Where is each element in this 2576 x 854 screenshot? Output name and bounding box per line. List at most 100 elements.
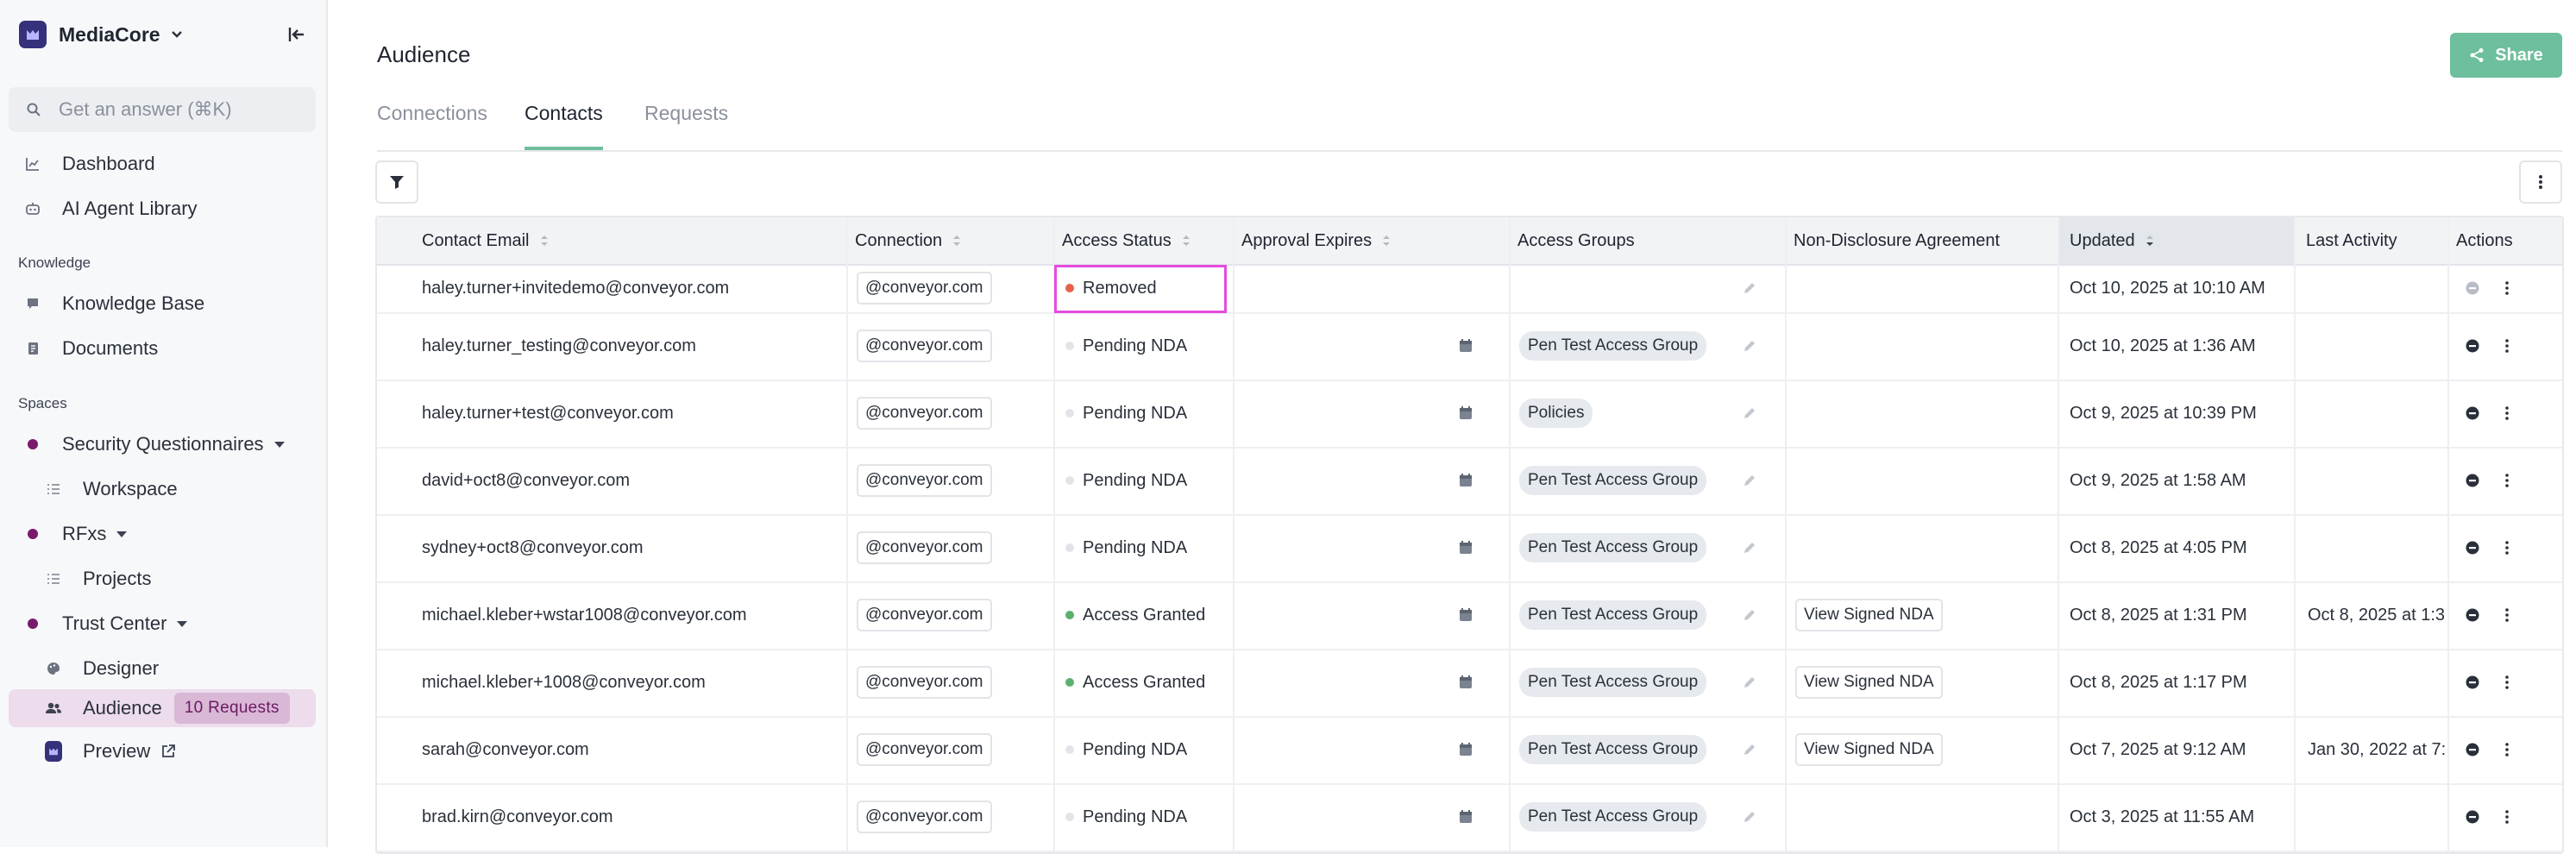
row-menu-icon[interactable] bbox=[2504, 447, 2510, 514]
row-menu-icon[interactable] bbox=[2504, 264, 2510, 312]
column-header-access-status[interactable]: Access Status bbox=[1062, 217, 1191, 264]
caret-down-icon[interactable] bbox=[273, 441, 285, 448]
row-menu-icon[interactable] bbox=[2504, 716, 2510, 783]
row-menu-icon[interactable] bbox=[2504, 581, 2510, 649]
caret-down-icon[interactable] bbox=[177, 620, 188, 627]
connection-chip[interactable]: @conveyor.com bbox=[857, 272, 992, 305]
view-signed-nda-button[interactable]: View Signed NDA bbox=[1795, 666, 1943, 699]
row-menu-icon[interactable] bbox=[2504, 649, 2510, 716]
edit-pencil-icon[interactable] bbox=[1742, 447, 1757, 514]
tab-contacts[interactable]: Contacts bbox=[525, 102, 603, 150]
access-group-chip[interactable]: Pen Test Access Group bbox=[1519, 331, 1707, 361]
remove-access-icon[interactable] bbox=[2465, 380, 2480, 447]
column-header-nda[interactable]: Non-Disclosure Agreement bbox=[1794, 217, 2000, 264]
sidebar-item-label: Documents bbox=[62, 337, 159, 359]
sidebar-item-audience[interactable]: Audience 10 Requests bbox=[9, 689, 316, 727]
calendar-icon[interactable] bbox=[1458, 514, 1473, 581]
sidebar-item-rfxs[interactable]: RFxs bbox=[9, 513, 316, 555]
column-header-updated[interactable]: Updated bbox=[2058, 217, 2294, 264]
caret-down-icon[interactable] bbox=[116, 531, 128, 537]
access-group-chip[interactable]: Pen Test Access Group bbox=[1519, 668, 1707, 697]
column-header-connection[interactable]: Connection bbox=[855, 217, 961, 264]
more-options-button[interactable] bbox=[2519, 160, 2562, 204]
edit-pencil-icon[interactable] bbox=[1742, 380, 1757, 447]
sidebar-item-ai-agent-library[interactable]: AI Agent Library bbox=[9, 188, 316, 229]
connection-chip[interactable]: @conveyor.com bbox=[857, 801, 992, 833]
remove-access-icon[interactable] bbox=[2465, 514, 2480, 581]
status-dot-icon bbox=[1065, 284, 1074, 292]
row-menu-icon[interactable] bbox=[2504, 783, 2510, 851]
table-row[interactable]: haley.turner+test@conveyor.com @conveyor.… bbox=[377, 380, 2562, 449]
sidebar-item-security-questionnaires[interactable]: Security Questionnaires bbox=[9, 424, 316, 465]
table-row[interactable]: brad.kirn@conveyor.com @conveyor.com Pendi… bbox=[377, 783, 2562, 852]
connection-chip[interactable]: @conveyor.com bbox=[857, 599, 992, 631]
access-group-chip[interactable]: Pen Test Access Group bbox=[1519, 533, 1707, 562]
table-row[interactable]: michael.kleber+1008@conveyor.com @conveyo… bbox=[377, 649, 2562, 718]
share-button[interactable]: Share bbox=[2450, 33, 2562, 78]
table-row[interactable]: sydney+oct8@conveyor.com @conveyor.com Pen… bbox=[377, 514, 2562, 583]
sidebar-item-documents[interactable]: Documents bbox=[9, 328, 316, 369]
calendar-icon[interactable] bbox=[1458, 447, 1473, 514]
sidebar-item-trust-center[interactable]: Trust Center bbox=[9, 603, 316, 644]
tab-requests[interactable]: Requests bbox=[644, 102, 728, 150]
calendar-icon[interactable] bbox=[1458, 649, 1473, 716]
row-menu-icon[interactable] bbox=[2504, 514, 2510, 581]
edit-pencil-icon[interactable] bbox=[1742, 312, 1757, 380]
remove-access-icon[interactable] bbox=[2465, 716, 2480, 783]
column-header-contact-email[interactable]: Contact Email bbox=[422, 217, 549, 264]
sidebar-item-dashboard[interactable]: Dashboard bbox=[9, 143, 316, 185]
access-group-chip[interactable]: Policies bbox=[1519, 399, 1593, 428]
table-row[interactable]: david+oct8@conveyor.com @conveyor.com Pend… bbox=[377, 447, 2562, 516]
requests-badge[interactable]: 10 Requests bbox=[173, 693, 290, 724]
calendar-icon[interactable] bbox=[1458, 716, 1473, 783]
sidebar-item-preview[interactable]: Preview bbox=[9, 731, 316, 772]
row-menu-icon[interactable] bbox=[2504, 380, 2510, 447]
table-row[interactable]: haley.turner+invitedemo@conveyor.com @con… bbox=[377, 264, 2562, 314]
connection-chip[interactable]: @conveyor.com bbox=[857, 464, 992, 497]
connection-chip[interactable]: @conveyor.com bbox=[857, 666, 992, 699]
access-group-chip[interactable]: Pen Test Access Group bbox=[1519, 735, 1707, 764]
tab-connections[interactable]: Connections bbox=[377, 102, 487, 150]
filter-button[interactable] bbox=[375, 160, 418, 204]
edit-pencil-icon[interactable] bbox=[1742, 649, 1757, 716]
collapse-sidebar-icon[interactable] bbox=[283, 21, 311, 48]
column-header-approval-expires[interactable]: Approval Expires bbox=[1241, 217, 1391, 264]
sidebar-item-workspace[interactable]: Workspace bbox=[9, 468, 316, 510]
row-menu-icon[interactable] bbox=[2504, 312, 2510, 380]
sidebar-item-designer[interactable]: Designer bbox=[9, 648, 316, 689]
search-bar[interactable] bbox=[9, 87, 316, 132]
access-group-chip[interactable]: Pen Test Access Group bbox=[1519, 600, 1707, 630]
edit-pencil-icon[interactable] bbox=[1742, 264, 1757, 312]
column-header-access-groups[interactable]: Access Groups bbox=[1517, 217, 1635, 264]
column-header-last-activity[interactable]: Last Activity bbox=[2306, 217, 2397, 264]
edit-pencil-icon[interactable] bbox=[1742, 783, 1757, 851]
calendar-icon[interactable] bbox=[1458, 312, 1473, 380]
remove-access-icon[interactable] bbox=[2465, 581, 2480, 649]
connection-chip[interactable]: @conveyor.com bbox=[857, 397, 992, 430]
view-signed-nda-button[interactable]: View Signed NDA bbox=[1795, 599, 1943, 631]
table-row[interactable]: haley.turner_testing@conveyor.com @convey… bbox=[377, 312, 2562, 381]
remove-access-icon[interactable] bbox=[2465, 447, 2480, 514]
table-row[interactable]: michael.kleber+wstar1008@conveyor.com @co… bbox=[377, 581, 2562, 650]
sidebar-item-knowledge-base[interactable]: Knowledge Base bbox=[9, 283, 316, 324]
calendar-icon[interactable] bbox=[1458, 581, 1473, 649]
remove-access-icon[interactable] bbox=[2465, 783, 2480, 851]
connection-chip[interactable]: @conveyor.com bbox=[857, 330, 992, 362]
table-row[interactable]: sarah@conveyor.com @conveyor.com Pending N… bbox=[377, 716, 2562, 785]
calendar-icon[interactable] bbox=[1458, 380, 1473, 447]
connection-chip[interactable]: @conveyor.com bbox=[857, 531, 992, 564]
workspace-switcher[interactable]: MediaCore bbox=[19, 19, 185, 50]
edit-pencil-icon[interactable] bbox=[1742, 514, 1757, 581]
edit-pencil-icon[interactable] bbox=[1742, 716, 1757, 783]
access-group-chip[interactable]: Pen Test Access Group bbox=[1519, 802, 1707, 832]
remove-access-icon[interactable] bbox=[2465, 264, 2480, 312]
access-group-chip[interactable]: Pen Test Access Group bbox=[1519, 466, 1707, 495]
view-signed-nda-button[interactable]: View Signed NDA bbox=[1795, 733, 1943, 766]
remove-access-icon[interactable] bbox=[2465, 649, 2480, 716]
remove-access-icon[interactable] bbox=[2465, 312, 2480, 380]
connection-chip[interactable]: @conveyor.com bbox=[857, 733, 992, 766]
sidebar-item-projects[interactable]: Projects bbox=[9, 558, 316, 600]
edit-pencil-icon[interactable] bbox=[1742, 581, 1757, 649]
calendar-icon[interactable] bbox=[1458, 783, 1473, 851]
search-input[interactable] bbox=[57, 97, 311, 122]
